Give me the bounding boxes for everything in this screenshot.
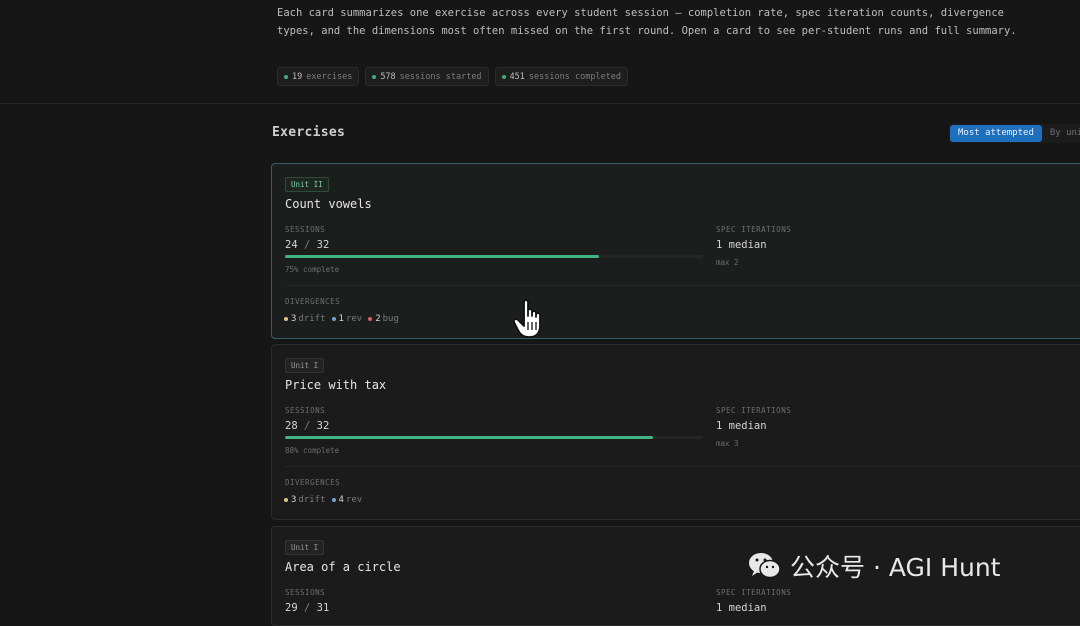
- divergence-count: 3: [291, 314, 297, 324]
- divergence-label: drift: [298, 314, 326, 324]
- stat-value: 19: [292, 71, 303, 82]
- exercise-title: Price with tax: [285, 378, 387, 392]
- sessions-done: 24: [285, 239, 298, 251]
- stat-value: 578: [380, 71, 396, 82]
- bug-dot: [368, 317, 373, 321]
- divergences-list: 3 drift 1 rev 2 bug: [284, 314, 399, 324]
- spec-iterations-median: 1 median: [716, 239, 767, 251]
- divergence-bug: 2 bug: [368, 314, 399, 324]
- divergence-drift: 3 drift: [284, 314, 326, 324]
- spec-iterations-label: SPEC ITERATIONS: [716, 406, 792, 415]
- sessions-done: 28: [285, 420, 298, 432]
- spec-iterations-label: SPEC ITERATIONS: [716, 588, 792, 597]
- separator: /: [303, 602, 311, 614]
- completion-progress-fill: [285, 436, 653, 439]
- wechat-icon: [749, 553, 781, 579]
- divergence-count: 2: [375, 314, 381, 324]
- exercise-title: Count vowels: [285, 197, 372, 211]
- sessions-done: 29: [285, 602, 298, 614]
- completion-text: 88% complete: [285, 446, 340, 455]
- stat-label: exercises: [306, 71, 353, 82]
- sessions-label: SESSIONS: [285, 406, 326, 415]
- card-divider: [285, 466, 1080, 467]
- divergence-drift: 3 drift: [284, 495, 326, 505]
- divergence-label: rev: [345, 495, 363, 505]
- divergence-rev: 1 rev: [331, 314, 363, 324]
- completion-progress-bar: [285, 255, 703, 258]
- divergence-label: drift: [298, 495, 326, 505]
- divergences-label: DIVERGENCES: [285, 297, 341, 306]
- divergence-label: bug: [382, 314, 399, 324]
- rev-dot: [331, 498, 336, 502]
- completion-progress-bar: [285, 436, 703, 439]
- stat-value: 451: [509, 71, 525, 82]
- stat-label: sessions started: [399, 71, 482, 82]
- divergences-label: DIVERGENCES: [285, 478, 341, 487]
- status-dot: [284, 74, 288, 79]
- exercise-card-count-vowels[interactable]: Unit II Count vowels SESSIONS 24 / 32 75…: [271, 163, 1080, 339]
- drift-dot: [284, 317, 288, 321]
- sort-toggle: Most attempted By uni: [949, 124, 1080, 143]
- status-dot: [372, 74, 377, 79]
- stat-sessions-started: 578 sessions started: [365, 67, 489, 86]
- rev-dot: [331, 317, 336, 321]
- sessions-label: SESSIONS: [285, 225, 326, 234]
- completion-progress-fill: [285, 255, 599, 258]
- completion-text: 75% complete: [285, 265, 340, 274]
- spec-iterations-label: SPEC ITERATIONS: [716, 225, 792, 234]
- sessions-total: 32: [316, 239, 330, 251]
- sessions-count: 29 / 31: [285, 602, 329, 614]
- card-divider: [285, 285, 1080, 286]
- spec-iterations-median: 1 median: [716, 420, 767, 432]
- divergences-list: 3 drift 4 rev: [284, 495, 362, 505]
- unit-badge: Unit I: [285, 358, 325, 373]
- unit-badge: Unit II: [285, 177, 329, 192]
- watermark-text: 公众号 · AGI Hunt: [790, 553, 1001, 582]
- sessions-count: 28 / 32: [285, 420, 329, 432]
- spec-iterations-median: 1 median: [716, 602, 767, 614]
- stat-exercises: 19 exercises: [277, 67, 360, 86]
- sort-by-unit-button[interactable]: By uni: [1042, 125, 1080, 142]
- sort-most-attempted-button[interactable]: Most attempted: [950, 125, 1042, 142]
- page-description: Each card summarizes one exercise across…: [277, 7, 1017, 37]
- sessions-total: 32: [316, 420, 330, 432]
- unit-badge: Unit I: [285, 540, 325, 555]
- separator: /: [303, 420, 311, 432]
- stat-sessions-completed: 451 sessions completed: [494, 67, 629, 86]
- sessions-total: 31: [316, 602, 330, 614]
- status-dot: [501, 74, 506, 79]
- section-divider: [0, 103, 1080, 104]
- divergence-count: 1: [338, 314, 344, 324]
- drift-dot: [284, 498, 288, 502]
- exercise-card-price-with-tax[interactable]: Unit I Price with tax SESSIONS 28 / 32 8…: [271, 344, 1080, 520]
- exercise-title: Area of a circle: [285, 560, 401, 574]
- divergence-count: 3: [291, 495, 297, 505]
- hand-pointer-icon: [512, 299, 541, 338]
- divergence-rev: 4 rev: [331, 495, 363, 505]
- divergence-label: rev: [345, 314, 363, 324]
- stat-label: sessions completed: [528, 71, 622, 82]
- divergence-count: 4: [338, 495, 344, 505]
- sessions-count: 24 / 32: [285, 239, 329, 251]
- spec-iterations-max: max 2: [716, 258, 739, 267]
- section-title: Exercises: [272, 125, 346, 140]
- stats-row: 19 exercises 578 sessions started 451 se…: [277, 67, 629, 86]
- sessions-label: SESSIONS: [285, 588, 326, 597]
- spec-iterations-max: max 3: [716, 439, 739, 448]
- watermark: 公众号 · AGI Hunt: [748, 548, 1001, 584]
- separator: /: [303, 239, 311, 251]
